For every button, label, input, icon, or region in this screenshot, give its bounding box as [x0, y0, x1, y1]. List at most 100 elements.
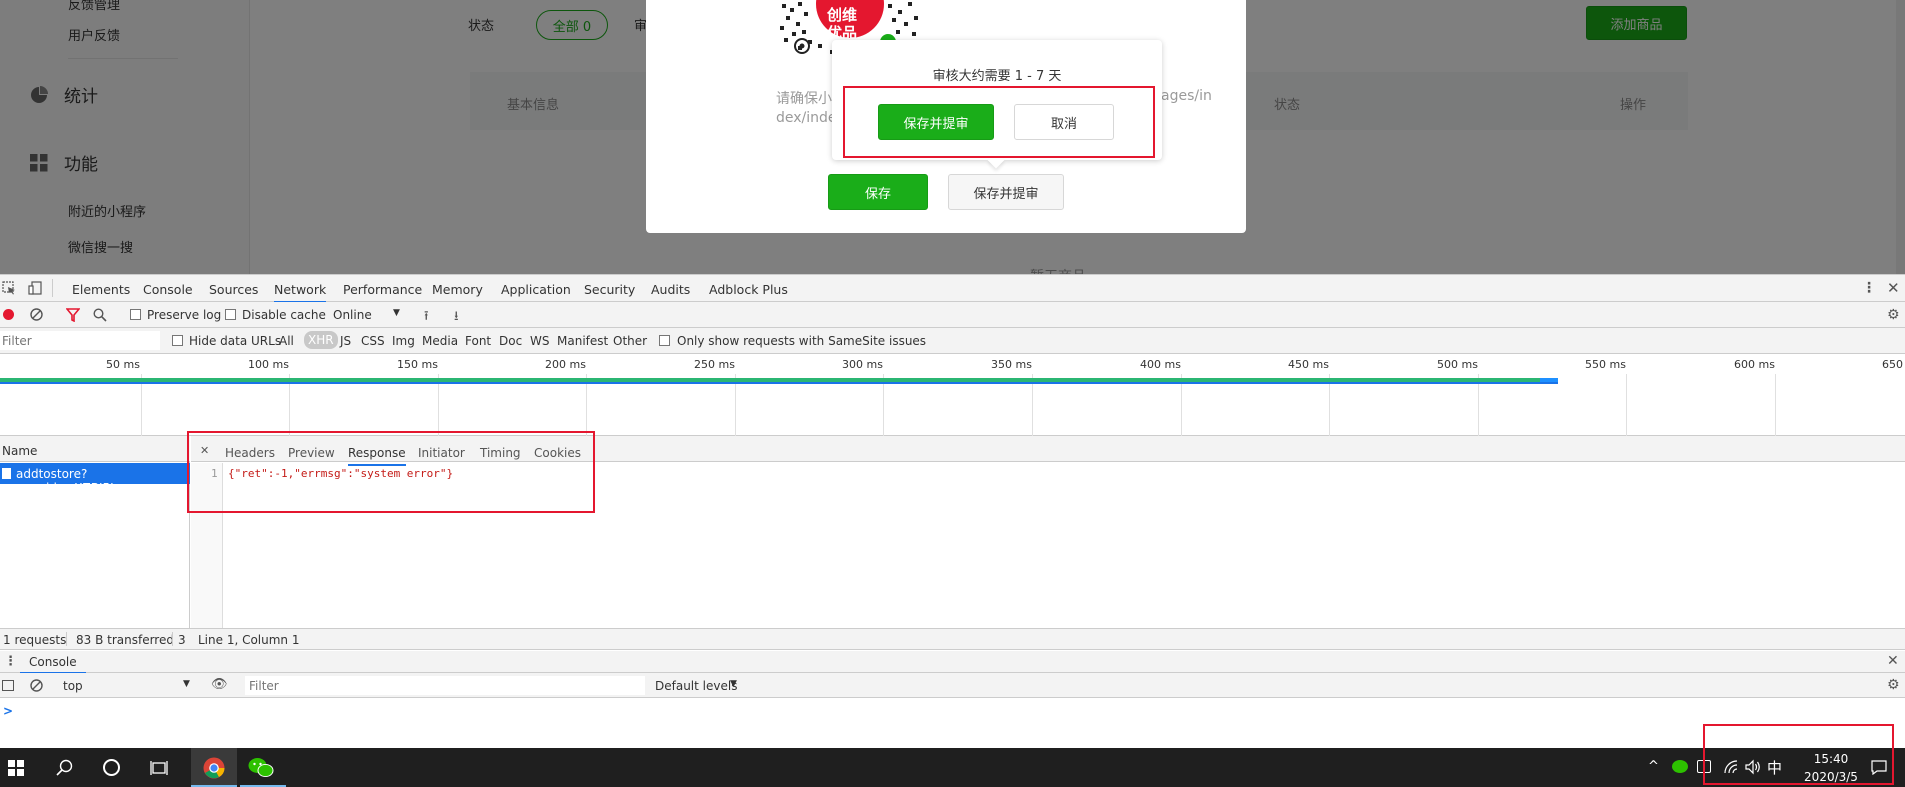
chrome-icon [203, 757, 225, 779]
status-divider [66, 632, 67, 646]
windows-taskbar: ^ 中 15:40 2020/3/5 [0, 748, 1905, 787]
cursor-position: Line 1, Column 1 [198, 633, 300, 647]
chevron-down-icon[interactable]: ▼ [730, 679, 737, 689]
status-divider [172, 632, 173, 646]
record-icon[interactable] [3, 309, 14, 320]
xhr-file-icon [2, 468, 11, 479]
disable-cache-checkbox[interactable] [225, 309, 236, 320]
desc-line2-left: dex/inde [776, 110, 837, 126]
eye-icon[interactable]: 👁 [211, 677, 228, 692]
desc-line1-left: 请确保小 [776, 91, 832, 107]
request-row[interactable]: addtostore?openid=oXZBJ5L... [0, 463, 190, 495]
filter-icon[interactable] [66, 308, 80, 322]
network-status-bar: 1 requests 83 B transferred 3 Line 1, Co… [0, 628, 1905, 650]
console-toolbar: top ▼ 👁 Default levels ▼ ⚙ [0, 673, 1905, 698]
type-ws[interactable]: WS [530, 334, 549, 348]
tab-application[interactable]: Application [501, 282, 571, 297]
type-css[interactable]: CSS [361, 334, 385, 348]
preserve-log-checkbox[interactable] [130, 309, 141, 320]
tab-security[interactable]: Security [584, 282, 635, 297]
search-icon[interactable] [93, 308, 107, 322]
gridline [1626, 374, 1627, 436]
type-font[interactable]: Font [465, 334, 491, 348]
devtools-panel: Elements Console Sources Network Perform… [0, 274, 1905, 749]
disable-cache-label: Disable cache [242, 308, 326, 322]
tick-label: 350 ms [991, 358, 1032, 371]
tab-adblock-plus[interactable]: Adblock Plus [709, 282, 788, 297]
tick-label: 150 ms [397, 358, 438, 371]
tick-label: 650 [1882, 358, 1903, 371]
request-list: Name addtostore?openid=oXZBJ5L... [0, 436, 190, 628]
type-other[interactable]: Other [613, 334, 647, 348]
cortana-icon[interactable] [103, 759, 120, 776]
context-select[interactable]: top [63, 679, 83, 693]
request-name: addtostore?openid=oXZBJ5L... [16, 467, 129, 495]
tab-elements[interactable]: Elements [72, 282, 130, 297]
tab-sources[interactable]: Sources [209, 282, 258, 297]
type-all[interactable]: All [279, 334, 294, 348]
device-toggle-icon[interactable] [28, 281, 42, 295]
settings-gear-icon[interactable]: ⚙ [1887, 307, 1900, 323]
taskbar-wechat[interactable] [240, 748, 286, 787]
samesite-checkbox[interactable] [659, 335, 670, 346]
drawer-tab-console[interactable]: Console [20, 655, 86, 674]
throttle-select[interactable]: Online [333, 308, 372, 322]
close-drawer-icon[interactable]: ✕ [1887, 653, 1899, 669]
task-view-icon[interactable] [150, 759, 168, 776]
tick-label: 250 ms [694, 358, 735, 371]
tab-audits[interactable]: Audits [651, 282, 690, 297]
tray-overflow-icon[interactable]: ^ [1648, 759, 1659, 774]
wechat-icon [248, 757, 274, 779]
tick-label: 550 ms [1585, 358, 1626, 371]
import-har-icon[interactable]: ⭱ [424, 307, 429, 329]
highlight-box-popover [843, 86, 1155, 158]
save-button[interactable]: 保存 [828, 174, 928, 210]
console-sidebar-icon[interactable] [2, 680, 14, 691]
type-xhr[interactable]: XHR [304, 331, 338, 349]
type-doc[interactable]: Doc [499, 334, 522, 348]
drawer-menu-icon[interactable]: ⋮ [4, 654, 17, 669]
type-media[interactable]: Media [422, 334, 458, 348]
taskbar-chrome[interactable] [191, 748, 237, 787]
console-filter-input[interactable] [245, 676, 645, 695]
chevron-down-icon[interactable]: ▼ [183, 679, 190, 689]
tick-label: 400 ms [1140, 358, 1181, 371]
review-time-text: 审核大约需要 1 - 7 天 [932, 69, 1062, 84]
name-header[interactable]: Name [0, 436, 190, 462]
windows-start-icon[interactable] [8, 760, 24, 776]
tick-label: 500 ms [1437, 358, 1478, 371]
console-prompt-area[interactable]: > [0, 698, 1905, 749]
inspect-element-icon[interactable] [2, 281, 16, 295]
export-har-icon[interactable]: ⭳ [454, 307, 459, 329]
console-settings-icon[interactable]: ⚙ [1887, 677, 1900, 693]
highlight-box-response [187, 431, 595, 513]
clear-icon[interactable] [30, 308, 43, 321]
close-devtools-icon[interactable]: ✕ [1887, 279, 1900, 297]
devtools-menu-icon[interactable]: ⋮ [1862, 280, 1876, 296]
hide-data-urls-checkbox[interactable] [172, 335, 183, 346]
tab-console[interactable]: Console [143, 282, 193, 297]
type-img[interactable]: Img [392, 334, 415, 348]
search-icon[interactable] [56, 759, 73, 776]
network-toolbar: Preserve log Disable cache Online ▼ ⭱ ⭳ … [0, 302, 1905, 328]
samesite-label: Only show requests with SameSite issues [677, 334, 927, 348]
summary-resources: 3 [178, 633, 186, 647]
tick-label: 450 ms [1288, 358, 1329, 371]
tray-wechat-icon[interactable] [1672, 760, 1688, 773]
tab-performance[interactable]: Performance [343, 282, 422, 297]
network-overview[interactable]: 50 ms 100 ms 150 ms 200 ms 250 ms 300 ms… [0, 354, 1905, 436]
tick-label: 300 ms [842, 358, 883, 371]
chevron-down-icon[interactable]: ▼ [393, 308, 400, 318]
clear-console-icon[interactable] [30, 679, 43, 692]
request-bar-underline [0, 382, 1558, 384]
tab-divider [52, 279, 53, 297]
type-js[interactable]: JS [340, 334, 351, 348]
save-and-submit-button[interactable]: 保存并提审 [948, 174, 1064, 210]
filter-input[interactable] [0, 331, 160, 350]
type-manifest[interactable]: Manifest [557, 334, 608, 348]
tab-memory[interactable]: Memory [432, 282, 483, 297]
tab-network[interactable]: Network [274, 282, 327, 303]
tick-label: 600 ms [1734, 358, 1775, 371]
hide-data-urls-label: Hide data URLs [189, 334, 282, 348]
log-levels-select[interactable]: Default levels [655, 679, 737, 693]
